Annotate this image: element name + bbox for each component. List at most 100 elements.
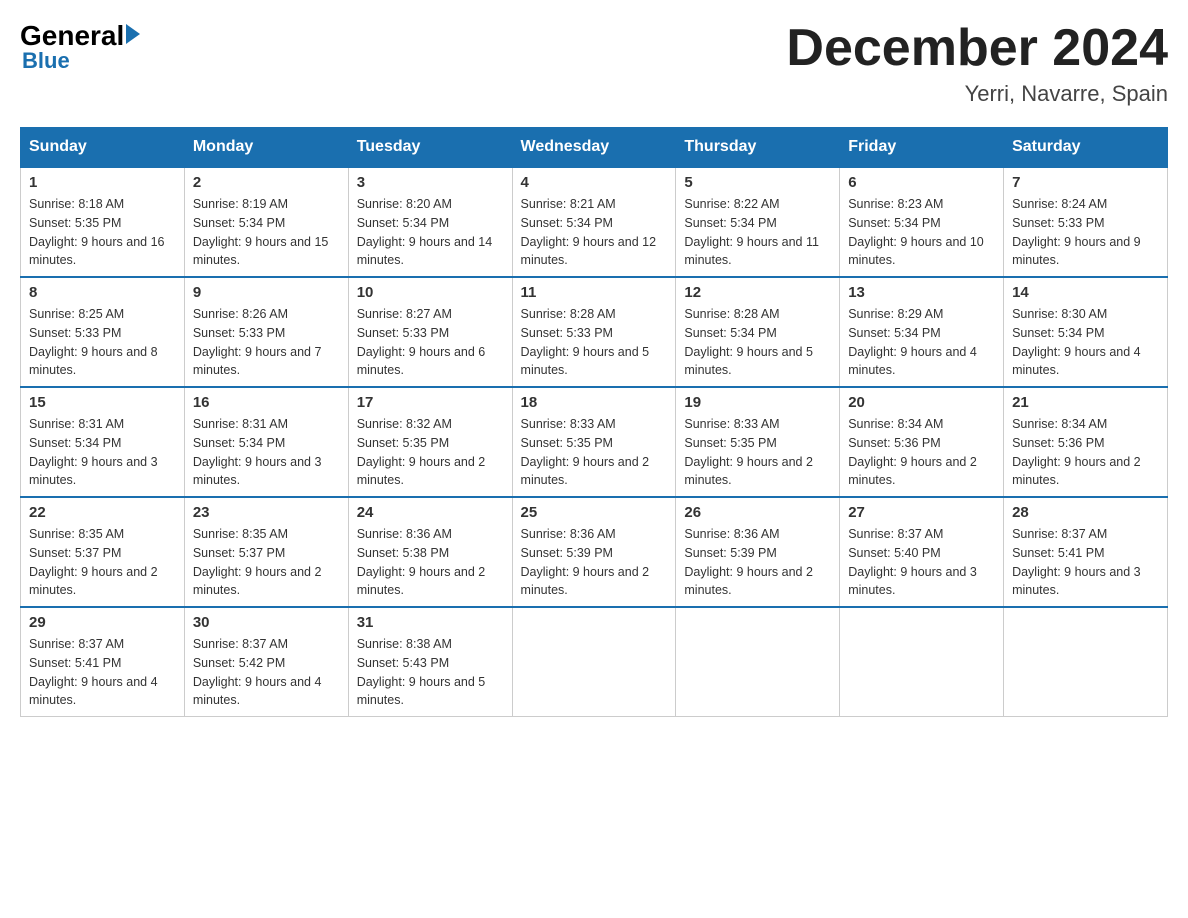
empty-cell (512, 607, 676, 717)
calendar-header-row: SundayMondayTuesdayWednesdayThursdayFrid… (21, 128, 1168, 168)
day-info: Sunrise: 8:18 AMSunset: 5:35 PMDaylight:… (29, 195, 176, 270)
day-number: 13 (848, 284, 995, 301)
logo: General Blue (20, 20, 140, 74)
day-number: 22 (29, 504, 176, 521)
day-number: 1 (29, 174, 176, 191)
calendar-day-4: 4 Sunrise: 8:21 AMSunset: 5:34 PMDaylight… (512, 167, 676, 277)
empty-cell (840, 607, 1004, 717)
calendar-day-17: 17 Sunrise: 8:32 AMSunset: 5:35 PMDayligh… (348, 387, 512, 497)
day-number: 11 (521, 284, 668, 301)
empty-cell (676, 607, 840, 717)
day-info: Sunrise: 8:35 AMSunset: 5:37 PMDaylight:… (29, 525, 176, 600)
calendar-day-1: 1 Sunrise: 8:18 AMSunset: 5:35 PMDaylight… (21, 167, 185, 277)
day-info: Sunrise: 8:32 AMSunset: 5:35 PMDaylight:… (357, 415, 504, 490)
day-number: 2 (193, 174, 340, 191)
day-info: Sunrise: 8:27 AMSunset: 5:33 PMDaylight:… (357, 305, 504, 380)
calendar-day-26: 26 Sunrise: 8:36 AMSunset: 5:39 PMDayligh… (676, 497, 840, 607)
day-info: Sunrise: 8:25 AMSunset: 5:33 PMDaylight:… (29, 305, 176, 380)
day-info: Sunrise: 8:33 AMSunset: 5:35 PMDaylight:… (684, 415, 831, 490)
day-info: Sunrise: 8:34 AMSunset: 5:36 PMDaylight:… (848, 415, 995, 490)
day-number: 28 (1012, 504, 1159, 521)
day-info: Sunrise: 8:22 AMSunset: 5:34 PMDaylight:… (684, 195, 831, 270)
calendar-subtitle: Yerri, Navarre, Spain (786, 81, 1168, 107)
day-info: Sunrise: 8:33 AMSunset: 5:35 PMDaylight:… (521, 415, 668, 490)
day-info: Sunrise: 8:28 AMSunset: 5:34 PMDaylight:… (684, 305, 831, 380)
calendar-day-25: 25 Sunrise: 8:36 AMSunset: 5:39 PMDayligh… (512, 497, 676, 607)
calendar-day-12: 12 Sunrise: 8:28 AMSunset: 5:34 PMDayligh… (676, 277, 840, 387)
day-number: 7 (1012, 174, 1159, 191)
day-number: 3 (357, 174, 504, 191)
day-number: 9 (193, 284, 340, 301)
day-info: Sunrise: 8:24 AMSunset: 5:33 PMDaylight:… (1012, 195, 1159, 270)
day-info: Sunrise: 8:34 AMSunset: 5:36 PMDaylight:… (1012, 415, 1159, 490)
day-info: Sunrise: 8:26 AMSunset: 5:33 PMDaylight:… (193, 305, 340, 380)
day-number: 24 (357, 504, 504, 521)
day-number: 23 (193, 504, 340, 521)
day-header-friday: Friday (840, 128, 1004, 168)
calendar-day-11: 11Sunrise: 8:28 AMSunset: 5:33 PMDayligh… (512, 277, 676, 387)
day-info: Sunrise: 8:21 AMSunset: 5:34 PMDaylight:… (521, 195, 668, 270)
calendar-day-29: 29 Sunrise: 8:37 AMSunset: 5:41 PMDayligh… (21, 607, 185, 717)
calendar-day-20: 20 Sunrise: 8:34 AMSunset: 5:36 PMDayligh… (840, 387, 1004, 497)
empty-cell (1004, 607, 1168, 717)
day-number: 25 (521, 504, 668, 521)
day-header-wednesday: Wednesday (512, 128, 676, 168)
day-number: 17 (357, 394, 504, 411)
day-number: 12 (684, 284, 831, 301)
day-info: Sunrise: 8:31 AMSunset: 5:34 PMDaylight:… (193, 415, 340, 490)
day-number: 30 (193, 614, 340, 631)
day-info: Sunrise: 8:31 AMSunset: 5:34 PMDaylight:… (29, 415, 176, 490)
day-number: 19 (684, 394, 831, 411)
day-number: 26 (684, 504, 831, 521)
calendar-title: December 2024 (786, 20, 1168, 77)
day-number: 29 (29, 614, 176, 631)
calendar-day-18: 18 Sunrise: 8:33 AMSunset: 5:35 PMDayligh… (512, 387, 676, 497)
calendar-day-16: 16Sunrise: 8:31 AMSunset: 5:34 PMDayligh… (184, 387, 348, 497)
calendar-day-19: 19 Sunrise: 8:33 AMSunset: 5:35 PMDayligh… (676, 387, 840, 497)
week-row-5: 29 Sunrise: 8:37 AMSunset: 5:41 PMDayligh… (21, 607, 1168, 717)
day-info: Sunrise: 8:36 AMSunset: 5:39 PMDaylight:… (684, 525, 831, 600)
calendar-day-27: 27 Sunrise: 8:37 AMSunset: 5:40 PMDayligh… (840, 497, 1004, 607)
day-number: 4 (521, 174, 668, 191)
calendar-day-8: 8 Sunrise: 8:25 AMSunset: 5:33 PMDaylight… (21, 277, 185, 387)
day-info: Sunrise: 8:38 AMSunset: 5:43 PMDaylight:… (357, 635, 504, 710)
day-info: Sunrise: 8:29 AMSunset: 5:34 PMDaylight:… (848, 305, 995, 380)
day-info: Sunrise: 8:37 AMSunset: 5:41 PMDaylight:… (29, 635, 176, 710)
day-number: 21 (1012, 394, 1159, 411)
day-info: Sunrise: 8:36 AMSunset: 5:38 PMDaylight:… (357, 525, 504, 600)
day-info: Sunrise: 8:37 AMSunset: 5:40 PMDaylight:… (848, 525, 995, 600)
calendar-day-22: 22 Sunrise: 8:35 AMSunset: 5:37 PMDayligh… (21, 497, 185, 607)
day-number: 27 (848, 504, 995, 521)
calendar-day-28: 28Sunrise: 8:37 AMSunset: 5:41 PMDayligh… (1004, 497, 1168, 607)
week-row-1: 1 Sunrise: 8:18 AMSunset: 5:35 PMDaylight… (21, 167, 1168, 277)
day-number: 15 (29, 394, 176, 411)
logo-sub: Blue (22, 48, 140, 74)
page-header: General Blue December 2024 Yerri, Navarr… (20, 20, 1168, 107)
day-number: 20 (848, 394, 995, 411)
calendar-day-10: 10 Sunrise: 8:27 AMSunset: 5:33 PMDayligh… (348, 277, 512, 387)
week-row-4: 22 Sunrise: 8:35 AMSunset: 5:37 PMDayligh… (21, 497, 1168, 607)
calendar-day-21: 21 Sunrise: 8:34 AMSunset: 5:36 PMDayligh… (1004, 387, 1168, 497)
calendar-day-23: 23Sunrise: 8:35 AMSunset: 5:37 PMDayligh… (184, 497, 348, 607)
day-header-thursday: Thursday (676, 128, 840, 168)
day-number: 8 (29, 284, 176, 301)
day-number: 14 (1012, 284, 1159, 301)
calendar-day-13: 13 Sunrise: 8:29 AMSunset: 5:34 PMDayligh… (840, 277, 1004, 387)
day-info: Sunrise: 8:36 AMSunset: 5:39 PMDaylight:… (521, 525, 668, 600)
day-number: 18 (521, 394, 668, 411)
calendar-day-9: 9 Sunrise: 8:26 AMSunset: 5:33 PMDaylight… (184, 277, 348, 387)
day-number: 10 (357, 284, 504, 301)
day-info: Sunrise: 8:23 AMSunset: 5:34 PMDaylight:… (848, 195, 995, 270)
logo-arrow-icon (126, 24, 140, 44)
calendar-day-7: 7 Sunrise: 8:24 AMSunset: 5:33 PMDaylight… (1004, 167, 1168, 277)
calendar-day-2: 2Sunrise: 8:19 AMSunset: 5:34 PMDaylight… (184, 167, 348, 277)
day-info: Sunrise: 8:37 AMSunset: 5:42 PMDaylight:… (193, 635, 340, 710)
day-info: Sunrise: 8:20 AMSunset: 5:34 PMDaylight:… (357, 195, 504, 270)
day-header-monday: Monday (184, 128, 348, 168)
calendar-day-3: 3 Sunrise: 8:20 AMSunset: 5:34 PMDaylight… (348, 167, 512, 277)
calendar-day-30: 30 Sunrise: 8:37 AMSunset: 5:42 PMDayligh… (184, 607, 348, 717)
calendar-day-5: 5Sunrise: 8:22 AMSunset: 5:34 PMDaylight… (676, 167, 840, 277)
day-number: 6 (848, 174, 995, 191)
week-row-2: 8 Sunrise: 8:25 AMSunset: 5:33 PMDaylight… (21, 277, 1168, 387)
calendar-day-6: 6 Sunrise: 8:23 AMSunset: 5:34 PMDaylight… (840, 167, 1004, 277)
